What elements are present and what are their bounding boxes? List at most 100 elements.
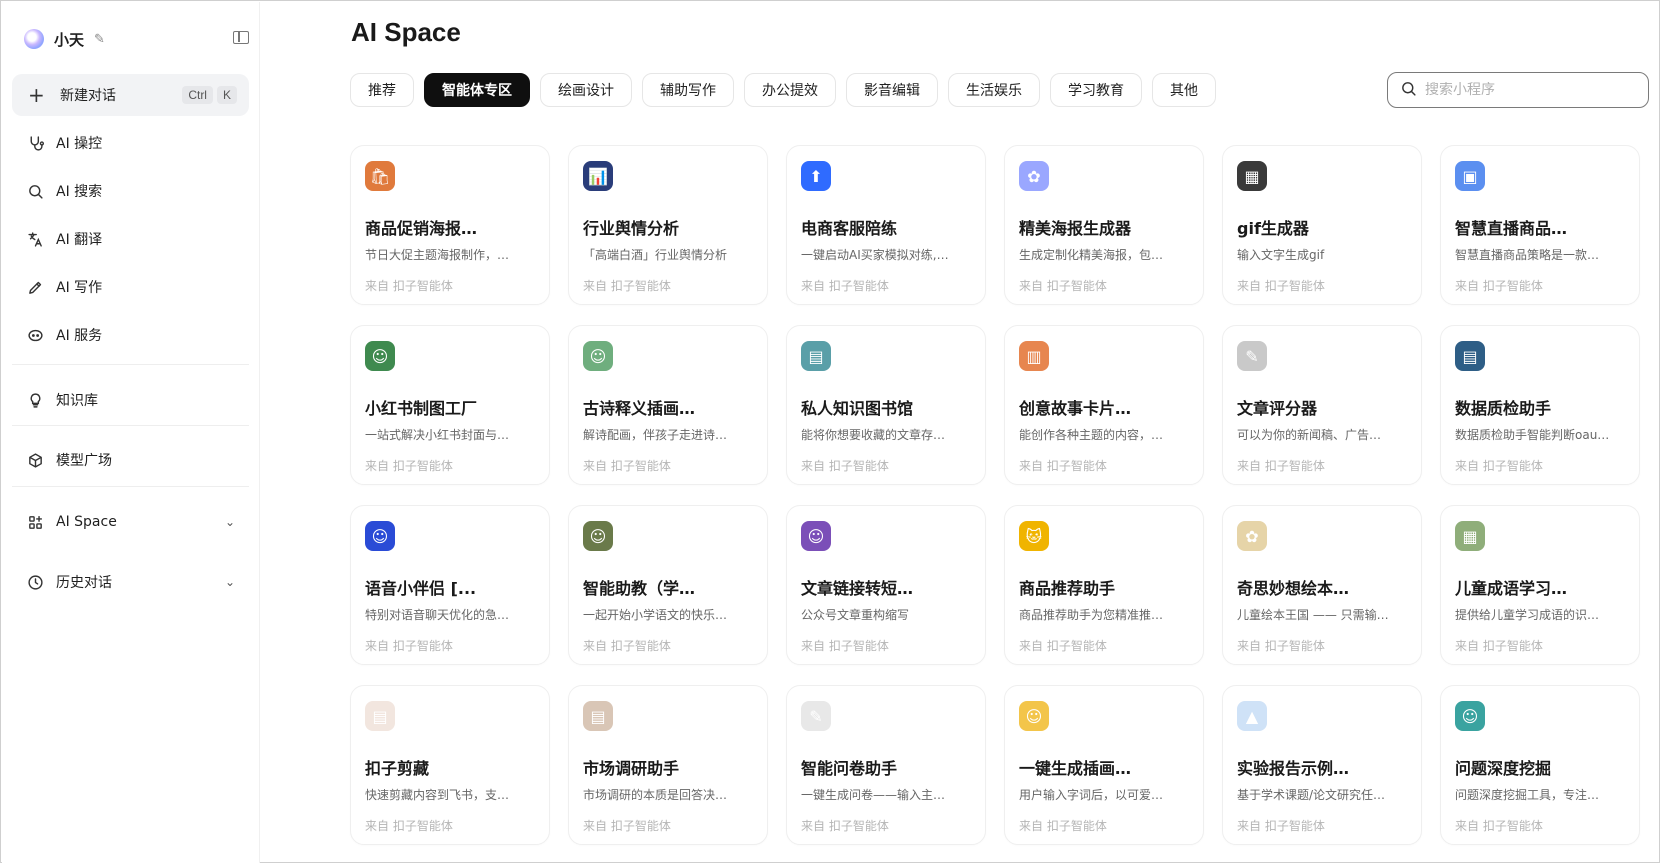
agent-card-source: 来自 扣子智能体 xyxy=(801,639,889,653)
avatar[interactable] xyxy=(24,29,44,49)
tab-writing-assist[interactable]: 辅助写作 xyxy=(642,73,734,107)
agent-card-description: 特别对语音聊天优化的急… xyxy=(365,608,510,622)
agent-card-description: 可以为你的新闻稿、广告… xyxy=(1237,428,1382,442)
agent-card-source: 来自 扣子智能体 xyxy=(1237,639,1325,653)
agent-card[interactable]: ▦ gif生成器 输入文字生成gif 来自 扣子智能体 xyxy=(1222,145,1422,305)
new-chat-label: 新建对话 xyxy=(60,88,116,104)
agent-card-source: 来自 扣子智能体 xyxy=(1237,279,1325,293)
agent-card[interactable]: ▲ 实验报告示例… 基于学术课题/论文研究任… 来自 扣子智能体 xyxy=(1222,685,1422,845)
agent-card-title: 文章链接转短… xyxy=(801,579,914,598)
agent-card-source: 来自 扣子智能体 xyxy=(365,639,453,653)
tab-media-edit[interactable]: 影音编辑 xyxy=(846,73,938,107)
agent-card[interactable]: 📊 行业舆情分析 「高端白酒」行业舆情分析 来自 扣子智能体 xyxy=(568,145,768,305)
agent-card-source: 来自 扣子智能体 xyxy=(1019,819,1107,833)
sidebar-item-ai-space[interactable]: AI Space ⌄ xyxy=(12,502,249,542)
tab-agents[interactable]: 智能体专区 xyxy=(424,73,530,107)
pen-icon xyxy=(26,278,44,296)
agent-card-source: 来自 扣子智能体 xyxy=(365,279,453,293)
agent-card-source: 来自 扣子智能体 xyxy=(1019,459,1107,473)
agent-card[interactable]: ✿ 奇思妙想绘本… 儿童绘本王国 —— 只需输… 来自 扣子智能体 xyxy=(1222,505,1422,665)
agent-avatar-icon: ▲ xyxy=(1237,701,1267,731)
agent-card-title: 智能助教（学… xyxy=(583,579,696,598)
agent-card-source: 来自 扣子智能体 xyxy=(1455,459,1543,473)
sidebar-item-ai-translate[interactable]: AI 翻译 xyxy=(12,219,249,259)
agent-card-description: 用户输入字词后，以可爱… xyxy=(1019,788,1164,802)
agent-card-title: 语音小伴侣 [... xyxy=(365,579,477,598)
agent-card[interactable]: ☺ 文章链接转短… 公众号文章重构缩写 来自 扣子智能体 xyxy=(786,505,986,665)
sidebar-item-ai-search[interactable]: AI 搜索 xyxy=(12,171,249,211)
agent-avatar-icon: ✿ xyxy=(1019,161,1049,191)
agent-card-source: 来自 扣子智能体 xyxy=(1455,819,1543,833)
agent-card-description: 儿童绘本王国 —— 只需输… xyxy=(1237,608,1389,622)
sidebar-item-label: AI 搜索 xyxy=(56,184,103,200)
sidebar-item-ai-service[interactable]: AI 服务 xyxy=(12,315,249,355)
agent-grid: 🛍 商品促销海报… 节日大促主题海报制作，… 来自 扣子智能体 📊 行业舆情分析 「高端白酒… xyxy=(350,145,1640,845)
sidebar-item-label: AI 翻译 xyxy=(56,232,103,248)
agent-avatar-icon: ▤ xyxy=(365,701,395,731)
agent-card[interactable]: ☺ 问题深度挖掘 问题深度挖掘工具，专注… 来自 扣子智能体 xyxy=(1440,685,1640,845)
agent-card[interactable]: ▣ 智慧直播商品… 智慧直播商品策略是一款… 来自 扣子智能体 xyxy=(1440,145,1640,305)
sidebar-item-models[interactable]: 模型广场 xyxy=(12,440,249,480)
agent-card-source: 来自 扣子智能体 xyxy=(583,279,671,293)
agent-avatar-icon: ▤ xyxy=(583,701,613,731)
agent-card-source: 来自 扣子智能体 xyxy=(1237,459,1325,473)
tab-lifestyle[interactable]: 生活娱乐 xyxy=(948,73,1040,107)
search-input[interactable] xyxy=(1425,82,1625,98)
shortcut-key-ctrl: Ctrl xyxy=(182,86,213,104)
agent-card[interactable]: ▤ 数据质检助手 数据质检助手智能判断oau… 来自 扣子智能体 xyxy=(1440,325,1640,485)
agent-card[interactable]: 🐱 商品推荐助手 商品推荐助手为您精准推… 来自 扣子智能体 xyxy=(1004,505,1204,665)
agent-card-description: 公众号文章重构缩写 xyxy=(801,608,910,622)
agent-card-description: 一起开始小学语文的快乐… xyxy=(583,608,728,622)
agent-card[interactable]: 🛍 商品促销海报… 节日大促主题海报制作，… 来自 扣子智能体 xyxy=(350,145,550,305)
agent-card[interactable]: ✿ 精美海报生成器 生成定制化精美海报，包… 来自 扣子智能体 xyxy=(1004,145,1204,305)
agent-card[interactable]: ▤ 私人知识图书馆 能将你想要收藏的文章存… 来自 扣子智能体 xyxy=(786,325,986,485)
agent-card-description: 输入文字生成gif xyxy=(1237,248,1325,262)
sidebar-toggle-icon[interactable] xyxy=(233,31,249,44)
agent-card-source: 来自 扣子智能体 xyxy=(365,459,453,473)
agent-card-source: 来自 扣子智能体 xyxy=(583,639,671,653)
user-row: 小天 ✎ xyxy=(24,26,249,52)
agent-card-description: 「高端白酒」行业舆情分析 xyxy=(583,248,728,262)
agent-card[interactable]: ▤ 扣子剪藏 快速剪藏内容到飞书，支… 来自 扣子智能体 xyxy=(350,685,550,845)
agent-avatar-icon: 🐱 xyxy=(1019,521,1049,551)
agent-card[interactable]: ▦ 儿童成语学习… 提供给儿童学习成语的识… 来自 扣子智能体 xyxy=(1440,505,1640,665)
tab-recommend[interactable]: 推荐 xyxy=(350,73,414,107)
agent-card[interactable]: ✎ 文章评分器 可以为你的新闻稿、广告… 来自 扣子智能体 xyxy=(1222,325,1422,485)
agent-avatar-icon: ☺ xyxy=(1455,701,1485,731)
new-chat-button[interactable]: + 新建对话 Ctrl K xyxy=(12,74,249,116)
tab-drawing-design[interactable]: 绘画设计 xyxy=(540,73,632,107)
agent-card[interactable]: ▤ 市场调研助手 市场调研的本质是回答决… 来自 扣子智能体 xyxy=(568,685,768,845)
agent-avatar-icon: ✎ xyxy=(801,701,831,731)
agent-card[interactable]: ⬆ 电商客服陪练 一键启动AI买家模拟对练,… 来自 扣子智能体 xyxy=(786,145,986,305)
agent-card[interactable]: ▥ 创意故事卡片… 能创作各种主题的内容，… 来自 扣子智能体 xyxy=(1004,325,1204,485)
chevron-down-icon[interactable]: ⌄ xyxy=(225,515,235,529)
agent-card-description: 一站式解决小红书封面与… xyxy=(365,428,510,442)
service-icon xyxy=(26,326,44,344)
tab-office[interactable]: 办公提效 xyxy=(744,73,836,107)
sidebar-item-knowledge[interactable]: 知识库 xyxy=(12,380,249,420)
shortcut-key-k: K xyxy=(216,86,237,104)
agent-card-description: 解诗配画，伴孩子走进诗… xyxy=(583,428,728,442)
search-box[interactable] xyxy=(1387,72,1649,108)
tab-other[interactable]: 其他 xyxy=(1152,73,1216,107)
agent-card[interactable]: ☺ 智能助教（学… 一起开始小学语文的快乐… 来自 扣子智能体 xyxy=(568,505,768,665)
agent-card-title: 精美海报生成器 xyxy=(1019,219,1132,238)
agent-card-title: gif生成器 xyxy=(1237,219,1309,238)
sidebar-item-ai-control[interactable]: AI 操控 xyxy=(12,123,249,163)
tab-education[interactable]: 学习教育 xyxy=(1050,73,1142,107)
agent-card-description: 一键生成问卷——输入主… xyxy=(801,788,946,802)
chevron-down-icon[interactable]: ⌄ xyxy=(225,575,235,589)
agent-card-description: 市场调研的本质是回答决… xyxy=(583,788,728,802)
agent-card[interactable]: ☺ 语音小伴侣 [... 特别对语音聊天优化的急… 来自 扣子智能体 xyxy=(350,505,550,665)
sidebar-item-history[interactable]: 历史对话 ⌄ xyxy=(12,562,249,602)
edit-icon[interactable]: ✎ xyxy=(94,32,105,47)
agent-card[interactable]: ☺ 小红书制图工厂 一站式解决小红书封面与… 来自 扣子智能体 xyxy=(350,325,550,485)
agent-card[interactable]: ✎ 智能问卷助手 一键生成问卷——输入主… 来自 扣子智能体 xyxy=(786,685,986,845)
agent-card[interactable]: ☺ 一键生成插画… 用户输入字词后，以可爱… 来自 扣子智能体 xyxy=(1004,685,1204,845)
sidebar-item-ai-writing[interactable]: AI 写作 xyxy=(12,267,249,307)
agent-card-source: 来自 扣子智能体 xyxy=(801,819,889,833)
cube-icon xyxy=(26,451,44,469)
agent-card[interactable]: ☺ 古诗释义插画… 解诗配画，伴孩子走进诗… 来自 扣子智能体 xyxy=(568,325,768,485)
stethoscope-icon xyxy=(26,134,44,152)
agent-avatar-icon: ☺ xyxy=(801,521,831,551)
